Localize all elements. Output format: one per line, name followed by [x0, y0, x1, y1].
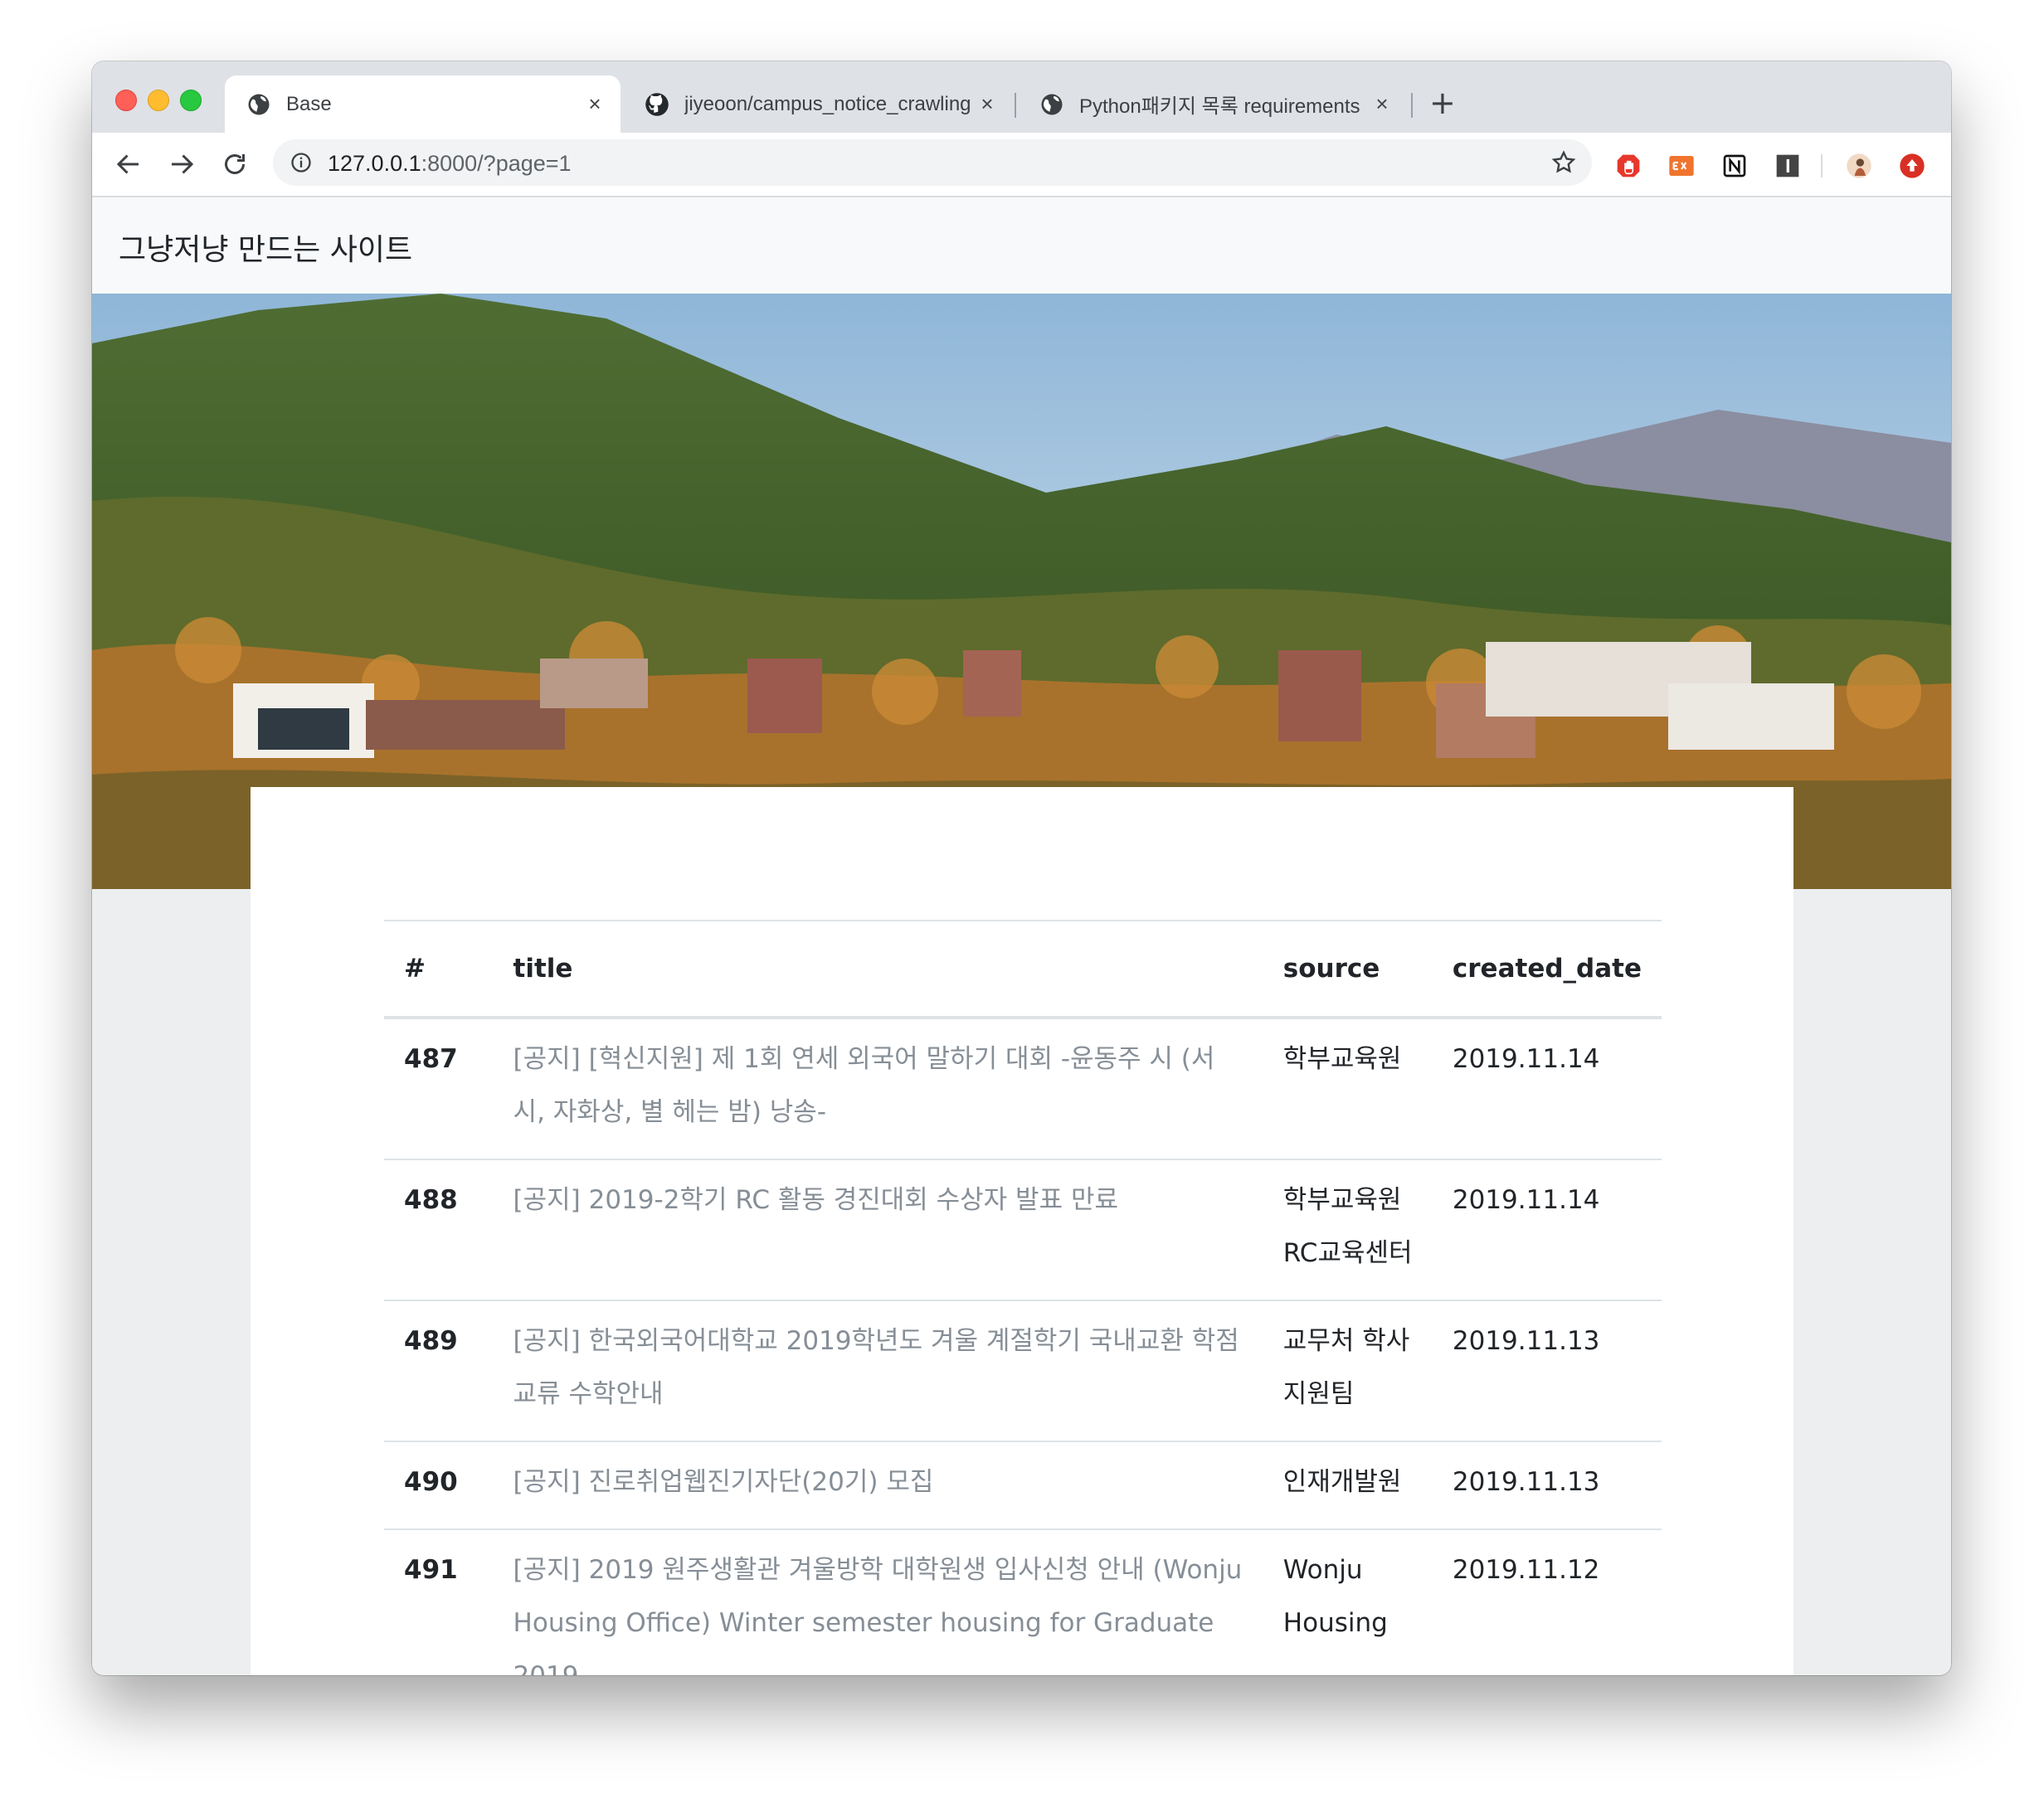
notion-extension-icon[interactable] [1721, 153, 1748, 179]
profile-avatar-icon[interactable] [1846, 153, 1872, 179]
github-icon [645, 92, 669, 116]
tab-separator [1015, 93, 1016, 118]
site-brand[interactable]: 그냥저냥 만드는 사이트 [119, 226, 412, 269]
globe-icon [248, 94, 270, 114]
row-title-link[interactable]: [공지] 한국외국어대학교 2019학년도 겨울 계절학기 국내교환 학점교류 … [513, 1314, 1243, 1421]
row-source: 학부교육원 RC교육센터 [1282, 1185, 1413, 1268]
row-title-link[interactable]: [공지] 2019 원주생활관 겨울방학 대학원생 입사신청 안내 (Wonju… [513, 1543, 1243, 1675]
table-row[interactable]: 491 [공지] 2019 원주생활관 겨울방학 대학원생 입사신청 안내 (W… [384, 1529, 1662, 1675]
url-text[interactable]: 127.0.0.1:8000/?page=1 [328, 151, 572, 177]
site-navbar: 그냥저냥 만드는 사이트 [92, 197, 1951, 294]
reload-icon[interactable] [220, 149, 250, 179]
notice-table: # title source created_date 487 [공지] [혁신… [384, 920, 1662, 1675]
back-arrow-icon[interactable] [114, 149, 144, 179]
browser-window: Base × jiyeoon/campus_notice_crawling × … [92, 61, 1951, 1675]
table-header-row: # title source created_date [384, 920, 1662, 1019]
tab-separator [1411, 93, 1413, 118]
content-card: # title source created_date 487 [공지] [혁신… [251, 787, 1793, 1675]
row-number: 488 [404, 1185, 458, 1215]
globe-icon [1041, 94, 1063, 114]
tab-label: jiyeoon/campus_notice_crawling [684, 92, 971, 115]
upload-extension-icon[interactable] [1899, 153, 1925, 179]
table-row[interactable]: 487 [공지] [혁신지원] 제 1회 연세 외국어 말하기 대회 -윤동주 … [384, 1018, 1662, 1160]
close-tab-icon[interactable]: × [582, 91, 607, 117]
minimize-window-button[interactable] [148, 90, 169, 111]
row-number: 490 [404, 1467, 458, 1497]
table-row[interactable]: 488 [공지] 2019-2학기 RC 활동 경진대회 수상자 발표 만료 학… [384, 1159, 1662, 1301]
tab-label: Base [286, 92, 332, 115]
row-created-date: 2019.11.13 [1452, 1326, 1600, 1356]
row-source: 인재개발원 [1282, 1467, 1402, 1497]
ex-extension-icon[interactable] [1668, 153, 1695, 179]
column-header-title: title [493, 920, 1263, 1019]
row-created-date: 2019.11.14 [1452, 1185, 1600, 1215]
column-header-created-date: created_date [1432, 920, 1662, 1019]
close-tab-icon[interactable]: × [975, 91, 1000, 117]
row-source: 교무처 학사지원팀 [1282, 1326, 1410, 1409]
tab-base[interactable]: Base × [225, 75, 620, 133]
row-created-date: 2019.11.12 [1452, 1555, 1600, 1585]
row-source: 학부교육원 [1282, 1044, 1402, 1074]
address-bar[interactable]: 127.0.0.1:8000/?page=1 [273, 139, 1592, 186]
bookmark-star-icon[interactable] [1550, 149, 1577, 176]
browser-toolbar: 127.0.0.1:8000/?page=1 [92, 133, 1951, 197]
row-title-link[interactable]: [공지] [혁신지원] 제 1회 연세 외국어 말하기 대회 -윤동주 시 (서… [513, 1033, 1243, 1139]
column-header-source: source [1263, 920, 1433, 1019]
row-title-link[interactable]: [공지] 2019-2학기 RC 활동 경진대회 수상자 발표 만료 [513, 1174, 1243, 1227]
adblock-extension-icon[interactable] [1615, 153, 1642, 179]
row-created-date: 2019.11.14 [1452, 1044, 1600, 1074]
tab-label: Python패키지 목록 requirements [1079, 95, 1360, 118]
row-number: 489 [404, 1326, 458, 1356]
row-number: 491 [404, 1555, 458, 1585]
tab-python-packages[interactable]: Python패키지 목록 requirements × [1018, 75, 1408, 133]
info-icon[interactable] [290, 151, 313, 174]
tab-strip: Base × jiyeoon/campus_notice_crawling × … [92, 61, 1951, 133]
row-created-date: 2019.11.13 [1452, 1467, 1600, 1497]
table-row[interactable]: 490 [공지] 진로취업웹진기자단(20기) 모집 인재개발원 2019.11… [384, 1441, 1662, 1530]
row-title-link[interactable]: [공지] 진로취업웹진기자단(20기) 모집 [513, 1455, 1243, 1509]
toolbar-divider [1821, 154, 1823, 177]
close-window-button[interactable] [115, 90, 137, 111]
new-tab-button[interactable]: + [1429, 85, 1456, 121]
column-header-number: # [384, 920, 494, 1019]
instapaper-extension-icon[interactable] [1774, 153, 1801, 179]
tab-github[interactable]: jiyeoon/campus_notice_crawling × [623, 75, 1013, 133]
url-path: :8000/?page=1 [421, 151, 572, 176]
url-host: 127.0.0.1 [328, 151, 421, 176]
close-tab-icon[interactable]: × [1370, 91, 1394, 117]
row-source: Wonju Housing [1282, 1555, 1388, 1638]
forward-arrow-icon[interactable] [167, 149, 197, 179]
table-row[interactable]: 489 [공지] 한국외국어대학교 2019학년도 겨울 계절학기 국내교환 학… [384, 1300, 1662, 1442]
maximize-window-button[interactable] [180, 90, 202, 111]
row-number: 487 [404, 1044, 458, 1074]
